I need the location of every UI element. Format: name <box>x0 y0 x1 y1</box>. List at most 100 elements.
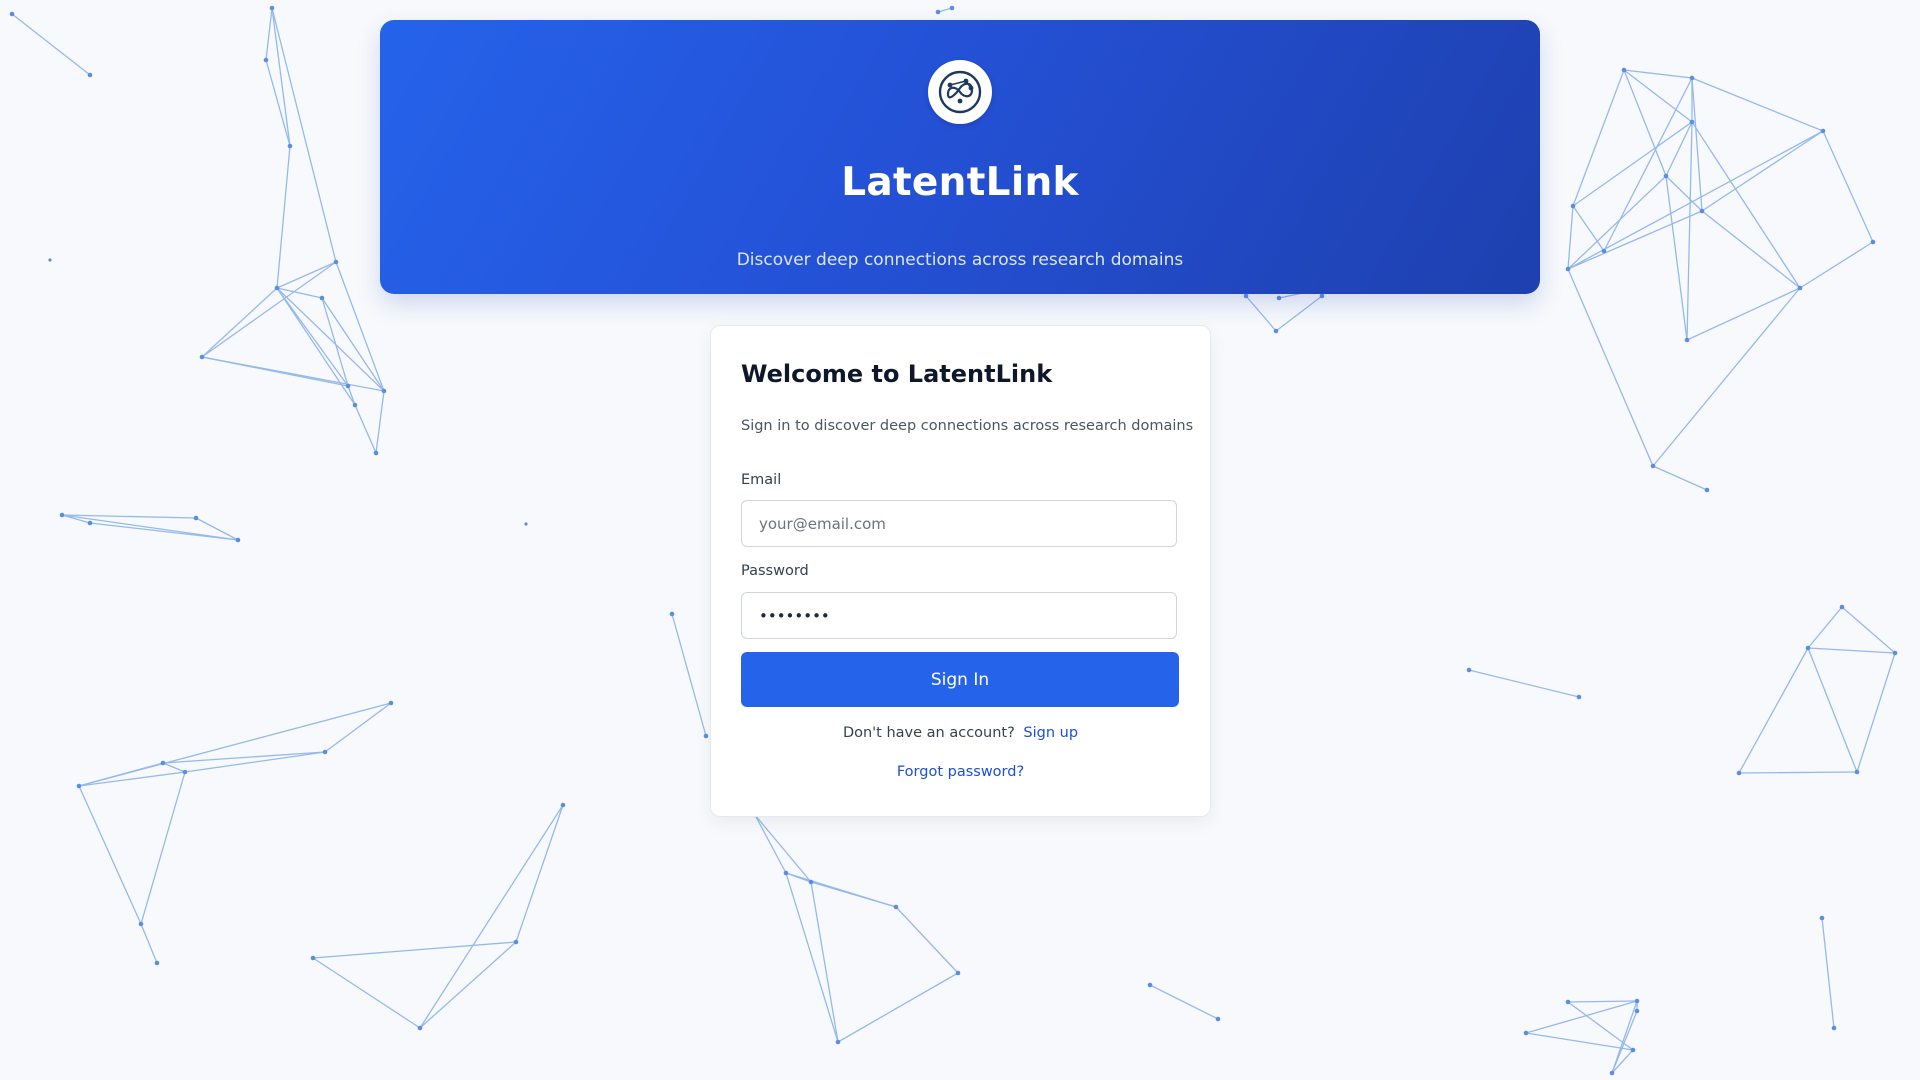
network-edge <box>276 287 356 406</box>
network-edge <box>1567 130 1824 270</box>
network-node <box>274 285 280 291</box>
network-edge <box>1799 241 1874 289</box>
network-node <box>1689 119 1695 125</box>
network-edge <box>810 881 839 1043</box>
network-node <box>1892 650 1898 656</box>
signup-prompt: Don't have an account? Sign up <box>711 725 1210 741</box>
network-node <box>1805 645 1811 651</box>
network-node <box>1609 1070 1615 1076</box>
network-node <box>1704 487 1710 493</box>
network-edge <box>1468 669 1580 698</box>
network-node <box>154 960 160 966</box>
network-node <box>1634 1008 1640 1014</box>
network-node <box>1565 999 1571 1005</box>
app-header-banner: LatentLink Discover deep connections acr… <box>380 20 1540 294</box>
app-title: LatentLink <box>841 160 1079 205</box>
network-edge <box>1665 175 1688 341</box>
network-node <box>352 402 358 408</box>
network-edge <box>1686 121 1693 341</box>
network-edge <box>1821 917 1835 1029</box>
network-edge <box>140 923 158 964</box>
sign-in-button[interactable]: Sign In <box>741 652 1179 707</box>
network-edge <box>419 941 517 1029</box>
network-edge <box>1822 130 1874 243</box>
network-node <box>269 5 275 11</box>
network-node <box>263 57 269 63</box>
network-node <box>1634 998 1640 1004</box>
network-node <box>1570 203 1576 209</box>
network-edge <box>271 7 337 263</box>
network-node <box>417 1025 423 1031</box>
network-edge <box>1701 130 1824 212</box>
network-node <box>1276 295 1282 301</box>
network-node <box>1147 982 1153 988</box>
network-edge <box>140 771 186 925</box>
network-edge <box>785 872 839 1043</box>
network-node <box>1466 667 1472 673</box>
network-edge <box>1686 287 1801 341</box>
network-node <box>87 72 93 78</box>
email-field[interactable] <box>741 500 1177 547</box>
network-edge <box>1611 1049 1634 1074</box>
network-node <box>48 258 52 262</box>
network-edge <box>1665 121 1693 177</box>
network-node <box>76 783 82 789</box>
network-node <box>9 11 15 17</box>
network-edge <box>515 804 564 943</box>
network-edge <box>78 785 142 925</box>
network-edge <box>1652 465 1708 491</box>
password-field[interactable] <box>741 592 1177 639</box>
network-edge <box>1856 652 1896 773</box>
network-edge <box>1691 77 1703 212</box>
network-node <box>1273 328 1279 334</box>
no-account-text: Don't have an account? <box>842 725 1015 741</box>
network-node <box>59 512 65 518</box>
network-node <box>1819 915 1825 921</box>
network-node <box>1870 239 1876 245</box>
network-node <box>1736 770 1742 776</box>
network-edge <box>1623 69 1693 79</box>
network-node <box>1699 208 1705 214</box>
password-label: Password <box>741 563 809 579</box>
network-node <box>388 700 394 706</box>
network-edge <box>1701 210 1801 289</box>
login-title: Welcome to LatentLink <box>741 360 1053 388</box>
network-node <box>1663 173 1669 179</box>
network-node <box>1797 285 1803 291</box>
network-edge <box>276 145 291 289</box>
email-label: Email <box>741 472 782 488</box>
network-node <box>560 802 566 808</box>
network-node <box>808 879 814 885</box>
network-edge <box>184 751 326 773</box>
network-node <box>1630 1047 1636 1053</box>
network-edge <box>1567 205 1574 270</box>
network-node <box>1215 1016 1221 1022</box>
network-edge <box>1525 1032 1634 1051</box>
network-infinity-icon <box>928 60 992 124</box>
network-edge <box>265 59 291 147</box>
network-edge <box>837 972 959 1043</box>
forgot-password-link[interactable]: Forgot password? <box>897 764 1024 780</box>
network-edge <box>1567 210 1703 270</box>
network-edge <box>201 356 385 392</box>
network-node <box>835 1039 841 1045</box>
network-edge <box>201 287 278 358</box>
network-edge <box>1807 647 1858 773</box>
network-edge <box>1567 1001 1634 1051</box>
network-edge <box>1567 1000 1638 1003</box>
sign-up-link[interactable]: Sign up <box>1023 725 1078 741</box>
network-edge <box>1525 1000 1638 1034</box>
network-edge <box>321 297 385 392</box>
network-node <box>524 522 528 526</box>
network-node <box>87 520 93 526</box>
network-edge <box>810 881 897 908</box>
network-node <box>333 259 339 265</box>
network-node <box>1523 1030 1529 1036</box>
login-card: Welcome to LatentLink Sign in to discove… <box>710 325 1211 817</box>
network-edge <box>1691 77 1824 132</box>
network-node <box>373 450 379 456</box>
network-node <box>1854 769 1860 775</box>
network-edge <box>1275 295 1323 332</box>
network-node <box>1601 248 1607 254</box>
forgot-password-row: Forgot password? <box>711 764 1210 780</box>
